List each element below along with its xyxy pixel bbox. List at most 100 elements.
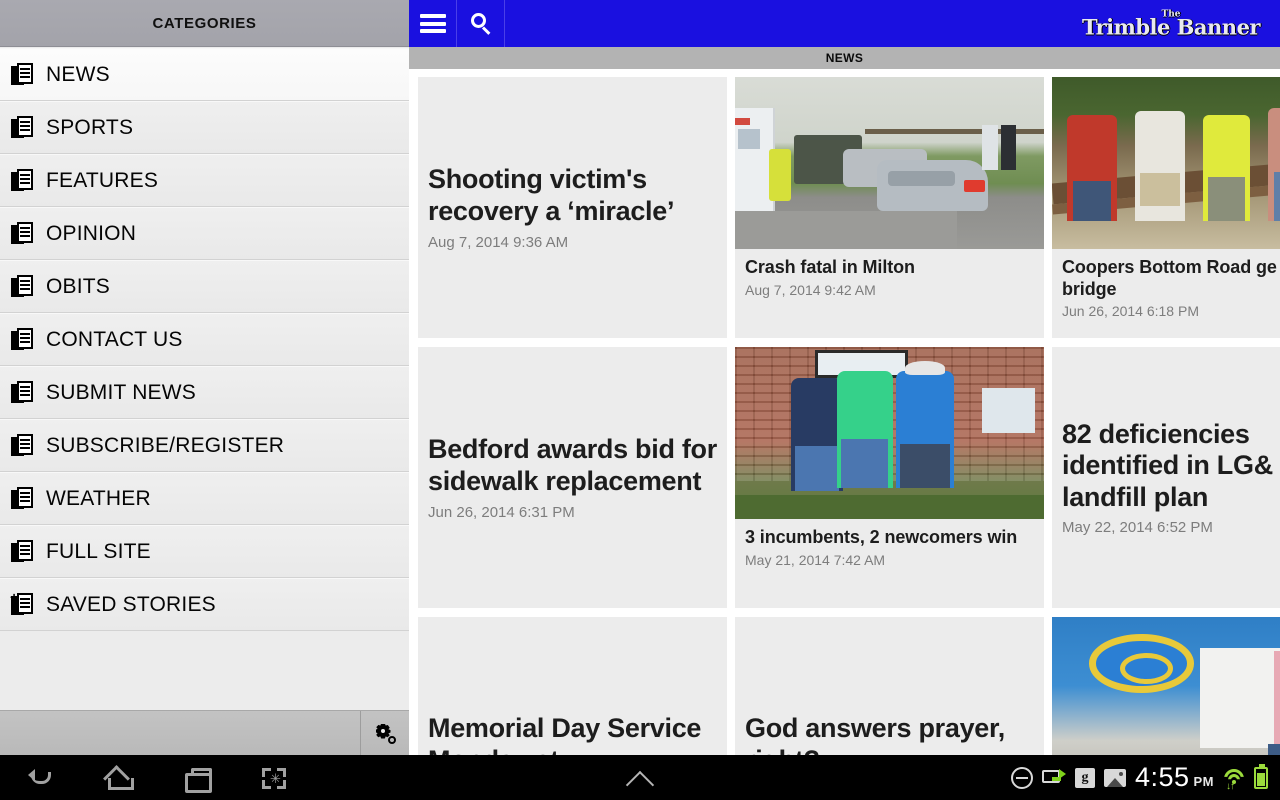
article-date: Aug 7, 2014 9:42 AM [745,281,876,298]
article-date: May 22, 2014 6:52 PM [1062,519,1213,537]
article-date: Aug 7, 2014 9:36 AM [428,233,569,251]
article-title: 82 deficiencies identified in LG& [1062,418,1273,481]
drawer-item-full-site[interactable]: FULL SITE [0,525,409,578]
article-card[interactable]: Coopers Bottom Road ge bridge Jun 26, 2014… [1052,77,1280,338]
action-bar: The Trimble Banner [409,0,1280,47]
article-title-line2: landfill plan [1062,481,1209,512]
article-thumbnail [1052,617,1280,755]
article-card[interactable]: 82 deficiencies identified in LG& landfil… [1052,347,1280,608]
categories-drawer: CATEGORIES NEWS SPORTS FEATURES OPINION OBIT… [0,0,409,755]
document-stack-icon [11,433,33,458]
article-meta: 82 deficiencies identified in LG& landfil… [1062,419,1280,537]
news-app: The Trimble Banner NEWS Shooting victim'… [0,0,1280,755]
drawer-item-subscribe-register[interactable]: SUBSCRIBE/REGISTER [0,419,409,472]
article-title: Bedford awards bid for sidewalk replacem… [428,434,717,496]
search-button[interactable] [457,0,505,47]
drawer-item-contact-us[interactable]: CONTACT US [0,313,409,366]
main-content: The Trimble Banner NEWS Shooting victim'… [409,0,1280,755]
clock-ampm: PM [1193,774,1214,789]
drawer-item-label: NEWS [46,62,110,86]
settings-button[interactable] [361,711,409,755]
article-grid[interactable]: Shooting victim's recovery a ‘miracle’ Au… [409,69,1280,755]
drawer-item-sports[interactable]: SPORTS [0,101,409,154]
document-stack-icon [11,221,33,246]
drawer-item-submit-news[interactable]: SUBMIT NEWS [0,366,409,419]
article-meta: Crash fatal in Milton Aug 7, 2014 9:42 AM [735,249,1044,298]
nav-buttons: ✳ [0,763,289,793]
logo-name: Trimble Banner [1081,14,1261,39]
document-stack-icon [11,486,33,511]
section-bar: NEWS [409,47,1280,69]
section-title: NEWS [825,51,864,65]
drawer-item-obits[interactable]: OBITS [0,260,409,313]
drawer-item-label: FULL SITE [46,539,151,563]
drawer-item-label: OBITS [46,274,111,298]
article-title: Memorial Day Service Monday at [428,712,702,755]
photo-icon[interactable] [1103,768,1126,787]
article-meta: Bedford awards bid for sidewalk replacem… [428,434,717,520]
usb-transfer-icon[interactable] [1041,768,1066,787]
drawer-item-label: WEATHER [46,486,151,510]
drawer-item-list[interactable]: NEWS SPORTS FEATURES OPINION OBITS CONTACT US… [0,48,409,710]
article-card[interactable]: Shooting victim's recovery a ‘miracle’ Au… [418,77,727,338]
document-stack-icon [11,274,33,299]
search-icon [470,12,492,35]
article-meta: Shooting victim's recovery a ‘miracle’ Au… [428,164,717,250]
article-title: 3 incumbents, 2 newcomers win [745,527,1018,547]
article-card[interactable] [1052,617,1280,755]
article-card[interactable]: Crash fatal in Milton Aug 7, 2014 9:42 AM [735,77,1044,338]
article-thumbnail [1052,77,1280,249]
article-date: Jun 26, 2014 6:31 PM [428,503,575,521]
drawer-item-saved-stories[interactable]: + SAVED STORIES [0,578,409,631]
article-title: Crash fatal in Milton [745,257,915,277]
google-plus-icon[interactable]: g [1074,767,1095,788]
status-clock[interactable]: 4:55 PM [1135,762,1214,793]
back-arrow-icon[interactable] [25,763,55,793]
document-stack-icon [11,115,33,140]
drawer-footer-spacer [0,711,361,755]
article-row: Bedford awards bid for sidewalk replacem… [418,347,1280,608]
screenshot-icon[interactable]: ✳ [259,763,289,793]
drawer-item-label: OPINION [46,221,137,245]
battery-icon[interactable] [1254,763,1268,789]
drawer-item-news[interactable]: NEWS [0,48,409,101]
article-title: God answers prayer, right? [745,712,1005,755]
article-thumbnail [735,347,1044,519]
article-card[interactable]: God answers prayer, right? [735,617,1044,755]
recent-apps-icon[interactable] [181,763,212,793]
drawer-item-weather[interactable]: WEATHER [0,472,409,525]
do-not-disturb-icon[interactable] [1010,766,1033,789]
document-add-icon: + [10,590,33,617]
document-stack-icon [11,539,33,564]
app-logo: The Trimble Banner [1081,10,1261,39]
android-navigation-bar: ✳ g 4:55 PM ↓↑ [0,755,1280,800]
document-stack-icon [11,327,33,352]
drawer-header: CATEGORIES [0,0,409,47]
home-icon[interactable] [103,763,134,793]
article-meta: God answers prayer, right? [745,713,1034,755]
article-title-line2: bridge [1062,278,1117,299]
document-stack-icon [11,62,33,87]
document-stack-icon [11,380,33,405]
drawer-item-label: SUBSCRIBE/REGISTER [46,433,285,457]
article-card[interactable]: Memorial Day Service Monday at [418,617,727,755]
wifi-icon[interactable]: ↓↑ [1223,767,1245,791]
article-meta: 3 incumbents, 2 newcomers win May 21, 201… [735,519,1044,568]
drawer-item-opinion[interactable]: OPINION [0,207,409,260]
article-date: Jun 26, 2014 6:18 PM [1062,303,1199,320]
article-row: Shooting victim's recovery a ‘miracle’ Au… [418,77,1280,338]
article-title: Coopers Bottom Road ge [1062,257,1277,277]
drawer-item-label: SPORTS [46,115,134,139]
drawer-item-label: CONTACT US [46,327,183,351]
drawer-item-features[interactable]: FEATURES [0,154,409,207]
drawer-item-label: SUBMIT NEWS [46,380,196,404]
article-card[interactable]: 3 incumbents, 2 newcomers win May 21, 201… [735,347,1044,608]
status-icons: g 4:55 PM ↓↑ [1010,762,1268,793]
chevron-up-icon[interactable] [623,761,657,795]
hamburger-menu-button[interactable] [409,0,457,47]
article-thumbnail [735,77,1044,249]
drawer-title: CATEGORIES [152,14,257,32]
article-card[interactable]: Bedford awards bid for sidewalk replacem… [418,347,727,608]
gear-icon [375,723,396,744]
article-meta: Coopers Bottom Road ge bridge Jun 26, 2014… [1052,249,1280,319]
